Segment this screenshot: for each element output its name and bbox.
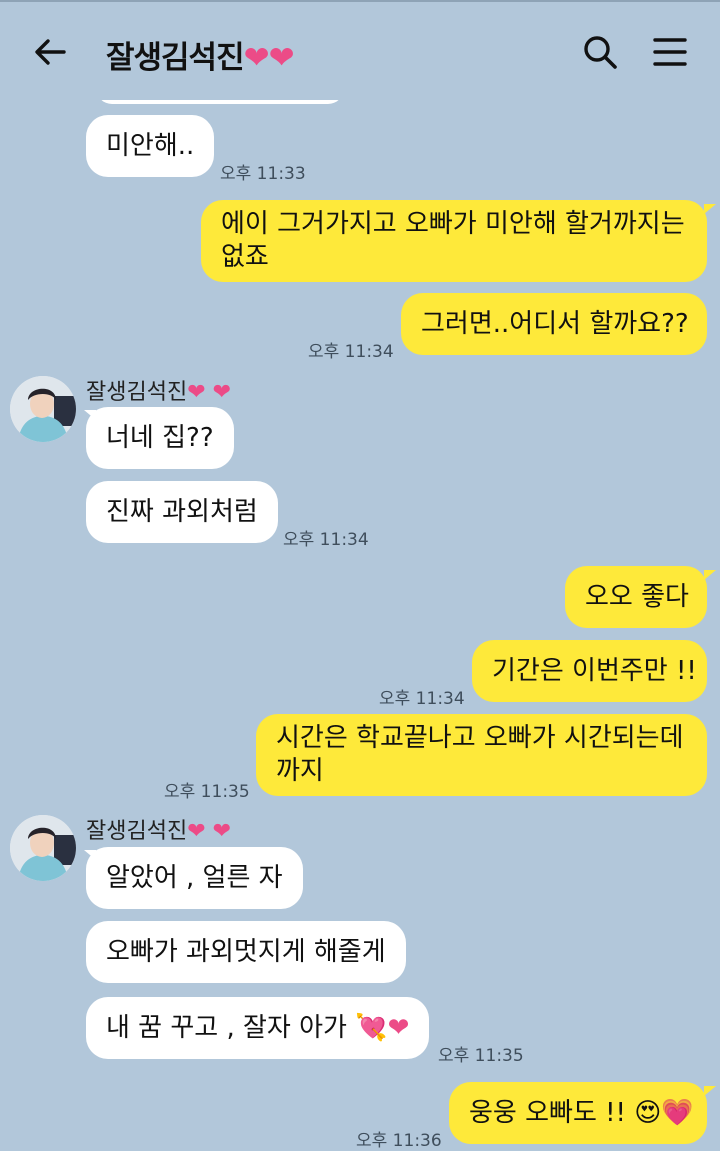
- message-text: 기간은 이번주만 !!: [492, 655, 697, 686]
- chat-header: 잘생김석진❤❤: [0, 2, 720, 100]
- bubble-tail: [704, 570, 716, 580]
- message-bubble-outgoing[interactable]: 에이 그거가지고 오빠가 미안해 할거까지는 없죠: [201, 200, 707, 282]
- message-text: 시간은 학교끝나고 오빠가 시간되는데 까지: [276, 723, 684, 786]
- message-bubble-incoming[interactable]: 진짜 과외처럼: [86, 481, 278, 543]
- contact-name-text: 잘생김석진: [86, 819, 188, 844]
- message-bubble-outgoing[interactable]: 웅웅 오빠도 !! 😍💗: [449, 1082, 707, 1144]
- message-text: 오빠가 과외멋지게 해줄게: [106, 936, 386, 967]
- message-bubble-incoming[interactable]: 알았어 , 얼른 자: [86, 847, 303, 909]
- message-time: 오후 11:33: [220, 164, 306, 184]
- message-time: 오후 11:35: [438, 1046, 524, 1066]
- message-text: 내 꿈 꾸고 , 잘자 아가: [106, 1012, 347, 1043]
- message-list[interactable]: 미안해.. 오후 11:33 에이 그거가지고 오빠가 미안해 할거까지는 없죠…: [0, 0, 720, 1151]
- message-bubble-outgoing[interactable]: 오오 좋다: [565, 566, 707, 628]
- message-text: 너네 집??: [106, 422, 214, 453]
- message-text: 진짜 과외처럼: [106, 496, 258, 527]
- message-text: 오오 좋다: [585, 581, 689, 612]
- contact-name-hearts: ❤ ❤: [187, 380, 232, 405]
- search-icon[interactable]: [580, 32, 620, 72]
- message-bubble-incoming[interactable]: 너네 집??: [86, 407, 234, 469]
- hamburger-menu-icon[interactable]: [650, 32, 690, 72]
- message-bubble-incoming[interactable]: 미안해..: [86, 115, 215, 177]
- message-bubble-outgoing[interactable]: 기간은 이번주만 !!: [472, 640, 707, 702]
- message-text: 웅웅 오빠도 !!: [469, 1097, 626, 1128]
- message-text: 알았어 , 얼른 자: [106, 862, 283, 893]
- message-bubble-outgoing[interactable]: 시간은 학교끝나고 오빠가 시간되는데 까지: [256, 714, 707, 796]
- message-text: 그러면..어디서 할까요??: [421, 308, 689, 339]
- contact-name: 잘생김석진❤ ❤: [86, 374, 231, 406]
- chat-title-text: 잘생김석진: [106, 40, 245, 76]
- message-time: 오후 11:35: [164, 782, 250, 802]
- heart-emoji-icon: 💘❤: [355, 1012, 410, 1043]
- message-bubble-outgoing[interactable]: 그러면..어디서 할까요??: [401, 293, 707, 355]
- message-time: 오후 11:36: [356, 1131, 442, 1151]
- back-arrow-icon[interactable]: [30, 32, 70, 72]
- message-text: 에이 그거가지고 오빠가 미안해 할거까지는 없죠: [221, 209, 685, 272]
- contact-name-hearts: ❤ ❤: [187, 819, 232, 844]
- contact-name: 잘생김석진❤ ❤: [86, 813, 231, 845]
- message-time: 오후 11:34: [379, 689, 465, 709]
- contact-name-text: 잘생김석진: [86, 380, 188, 405]
- message-text: 미안해..: [106, 130, 195, 161]
- chat-title: 잘생김석진❤❤: [106, 32, 295, 77]
- message-time: 오후 11:34: [283, 530, 369, 550]
- message-bubble-incoming[interactable]: 내 꿈 꾸고 , 잘자 아가 💘❤: [86, 997, 430, 1059]
- bubble-tail: [704, 204, 716, 214]
- contact-avatar[interactable]: [10, 376, 76, 442]
- smiling-heart-eyes-emoji-icon: 😍💗: [634, 1097, 694, 1128]
- message-bubble-incoming[interactable]: 오빠가 과외멋지게 해줄게: [86, 921, 406, 983]
- chat-title-hearts: ❤❤: [243, 40, 295, 76]
- message-time: 오후 11:34: [308, 342, 394, 362]
- bubble-tail: [704, 1086, 716, 1096]
- contact-avatar[interactable]: [10, 815, 76, 881]
